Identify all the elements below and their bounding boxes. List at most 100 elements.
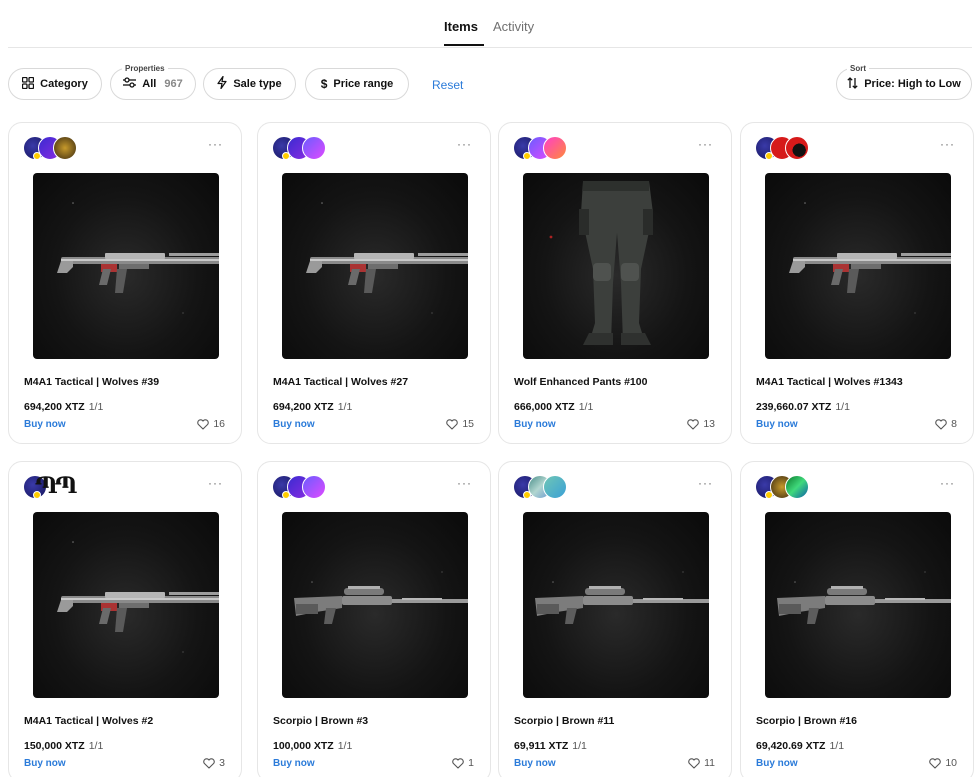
buy-now-link[interactable]: Buy now xyxy=(514,758,556,769)
verified-badge xyxy=(765,491,773,499)
like-button[interactable]: 11 xyxy=(688,757,715,769)
sniper-rifle-image xyxy=(294,571,468,624)
collection-avatar[interactable] xyxy=(53,136,77,160)
edition-count: 1/1 xyxy=(88,401,104,413)
sale-type-filter-button[interactable]: Sale type xyxy=(203,68,296,100)
like-count: 15 xyxy=(462,418,474,430)
nft-card[interactable]: ··· Scorpio | Brown #3 100,000 XTZ 1/1 Bu… xyxy=(257,461,491,777)
item-title[interactable]: M4A1 Tactical | Wolves #2 xyxy=(24,715,153,727)
more-icon[interactable]: ··· xyxy=(457,477,472,489)
collection-avatar[interactable] xyxy=(543,136,567,160)
price-range-label: Price range xyxy=(333,78,394,90)
like-button[interactable]: 8 xyxy=(935,418,957,430)
like-button[interactable]: 10 xyxy=(929,757,957,769)
item-media[interactable] xyxy=(523,173,709,359)
price-value: 694,200 XTZ xyxy=(273,401,334,413)
item-price: 100,000 XTZ 1/1 xyxy=(273,740,352,752)
sale-type-label: Sale type xyxy=(233,78,282,90)
collection-avatar[interactable] xyxy=(543,475,567,499)
item-price: 666,000 XTZ 1/1 xyxy=(514,401,593,413)
item-media[interactable] xyxy=(282,512,468,698)
more-icon[interactable]: ··· xyxy=(940,138,955,150)
tab-items[interactable]: Items xyxy=(444,19,478,34)
nft-card[interactable]: ··· Wolf Enhanced Pants #100 666,000 XTZ… xyxy=(498,122,732,444)
nft-card[interactable]: ··· M4A1 Tactical | Wolves #39 694,200 X… xyxy=(8,122,242,444)
dollar-icon: $ xyxy=(320,77,328,91)
nft-card[interactable]: ··· Scorpio | Brown #16 69,420.69 XTZ 1/1… xyxy=(740,461,974,777)
item-price: 239,660.07 XTZ 1/1 xyxy=(756,401,850,413)
properties-count: 967 xyxy=(164,78,183,90)
nft-card[interactable]: ··· Scorpio | Brown #11 69,911 XTZ 1/1 Bu… xyxy=(498,461,732,777)
item-price: 150,000 XTZ 1/1 xyxy=(24,740,103,752)
like-button[interactable]: 3 xyxy=(203,757,225,769)
buy-now-link[interactable]: Buy now xyxy=(756,758,798,769)
more-icon[interactable]: ··· xyxy=(698,138,713,150)
rifle-image xyxy=(57,541,219,653)
item-price: 69,911 XTZ 1/1 xyxy=(514,740,587,752)
tab-activity[interactable]: Activity xyxy=(493,19,534,34)
price-value: 100,000 XTZ xyxy=(273,740,334,752)
item-media[interactable] xyxy=(33,512,219,698)
card-avatars xyxy=(755,475,835,499)
properties-value: All xyxy=(142,78,157,90)
like-button[interactable]: 15 xyxy=(446,418,474,430)
like-button[interactable]: 16 xyxy=(197,418,225,430)
buy-now-link[interactable]: Buy now xyxy=(273,758,315,769)
item-media[interactable] xyxy=(282,173,468,359)
item-title[interactable]: Wolf Enhanced Pants #100 xyxy=(514,376,647,388)
item-media[interactable] xyxy=(523,512,709,698)
more-icon[interactable]: ··· xyxy=(208,477,223,489)
sort-floating-label: Sort xyxy=(847,64,869,73)
collection-avatar[interactable] xyxy=(302,475,326,499)
buy-now-link[interactable]: Buy now xyxy=(24,758,66,769)
sniper-rifle-image xyxy=(777,571,951,624)
verified-badge xyxy=(282,491,290,499)
buy-now-link[interactable]: Buy now xyxy=(756,419,798,430)
card-avatars: ՊՊ xyxy=(23,473,103,499)
verified-badge xyxy=(282,152,290,160)
card-avatars xyxy=(23,136,103,160)
item-media[interactable] xyxy=(765,512,951,698)
item-title[interactable]: M4A1 Tactical | Wolves #1343 xyxy=(756,376,903,388)
nft-card[interactable]: ··· M4A1 Tactical | Wolves #1343 239,660… xyxy=(740,122,974,444)
edition-count: 1/1 xyxy=(337,401,353,413)
verified-badge xyxy=(765,152,773,160)
verified-badge xyxy=(523,152,531,160)
sniper-rifle-image xyxy=(535,571,709,624)
like-count: 11 xyxy=(704,757,715,769)
rifle-image xyxy=(789,202,951,314)
reset-filters-link[interactable]: Reset xyxy=(432,78,463,92)
card-avatars xyxy=(272,475,352,499)
pants-image xyxy=(549,181,653,345)
more-icon[interactable]: ··· xyxy=(208,138,223,150)
item-title[interactable]: M4A1 Tactical | Wolves #39 xyxy=(24,376,159,388)
item-title[interactable]: Scorpio | Brown #3 xyxy=(273,715,368,727)
item-price: 69,420.69 XTZ 1/1 xyxy=(756,740,844,752)
buy-now-link[interactable]: Buy now xyxy=(24,419,66,430)
like-button[interactable]: 13 xyxy=(687,418,715,430)
more-icon[interactable]: ··· xyxy=(940,477,955,489)
heart-icon xyxy=(929,757,942,769)
price-range-filter-button[interactable]: $ Price range xyxy=(305,68,409,100)
more-icon[interactable]: ··· xyxy=(698,477,713,489)
nft-card[interactable]: ··· M4A1 Tactical | Wolves #27 694,200 X… xyxy=(257,122,491,444)
item-title[interactable]: Scorpio | Brown #11 xyxy=(514,715,614,727)
more-icon[interactable]: ··· xyxy=(457,138,472,150)
nft-card[interactable]: ՊՊ ··· M4A1 Tactical | Wolves #2 150,000… xyxy=(8,461,242,777)
grid-icon xyxy=(22,76,35,92)
item-media[interactable] xyxy=(765,173,951,359)
item-title[interactable]: Scorpio | Brown #16 xyxy=(756,715,857,727)
item-price: 694,200 XTZ 1/1 xyxy=(24,401,103,413)
collection-avatar[interactable] xyxy=(785,136,809,160)
item-media[interactable] xyxy=(33,173,219,359)
collection-avatar[interactable] xyxy=(785,475,809,499)
buy-now-link[interactable]: Buy now xyxy=(273,419,315,430)
category-filter-button[interactable]: Category xyxy=(8,68,102,100)
item-title[interactable]: M4A1 Tactical | Wolves #27 xyxy=(273,376,408,388)
like-button[interactable]: 1 xyxy=(452,757,474,769)
like-count: 1 xyxy=(468,757,474,769)
buy-now-link[interactable]: Buy now xyxy=(514,419,556,430)
price-value: 69,911 XTZ xyxy=(514,740,569,752)
collection-avatar[interactable] xyxy=(302,136,326,160)
heart-icon xyxy=(688,757,700,769)
